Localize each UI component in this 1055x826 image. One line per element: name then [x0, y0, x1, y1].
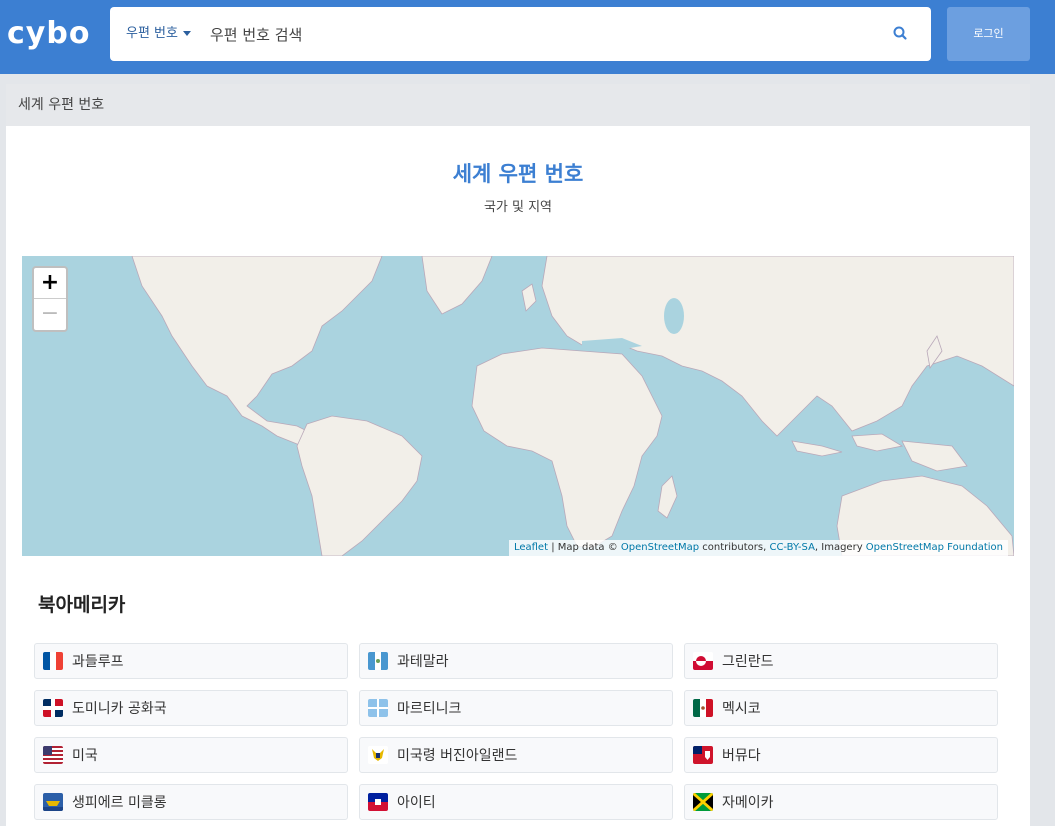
- country-name: 미국령 버진아일랜드: [397, 748, 518, 764]
- page-subtitle: 국가 및 지역: [483, 200, 553, 215]
- country-item[interactable]: 자메이카: [684, 784, 998, 820]
- osm-foundation-link[interactable]: OpenStreetMap Foundation: [866, 542, 1003, 553]
- country-name: 그린란드: [722, 654, 774, 670]
- france-flag-icon: [43, 652, 63, 670]
- search-box: 우편 번호: [110, 7, 931, 61]
- breadcrumb-item[interactable]: 세계 우편 번호: [18, 84, 104, 126]
- haiti-flag-icon: [368, 793, 388, 811]
- region-title: 북아메리카: [38, 594, 126, 616]
- search-scope-label: 우편 번호: [126, 26, 178, 41]
- zoom-control: + −: [32, 266, 68, 332]
- country-name: 과테말라: [397, 654, 449, 670]
- dominican-republic-flag-icon: [43, 699, 63, 717]
- search-scope-dropdown[interactable]: 우편 번호: [126, 7, 191, 61]
- country-name: 마르티니크: [397, 701, 462, 717]
- country-item[interactable]: 과테말라: [359, 643, 673, 679]
- osm-link[interactable]: OpenStreetMap: [621, 542, 699, 553]
- saint-pierre-miquelon-flag-icon: [43, 793, 63, 811]
- martinique-flag-icon: [368, 699, 388, 717]
- country-item[interactable]: 도미니카 공화국: [34, 690, 348, 726]
- country-item[interactable]: 생피에르 미클롱: [34, 784, 348, 820]
- country-name: 멕시코: [722, 701, 761, 717]
- country-name: 과들루프: [72, 654, 124, 670]
- page-title: 세계 우편 번호: [452, 162, 584, 186]
- country-name: 자메이카: [722, 795, 774, 811]
- bermuda-flag-icon: [693, 746, 713, 764]
- license-link[interactable]: CC-BY-SA: [769, 542, 814, 553]
- country-name: 도미니카 공화국: [72, 701, 167, 717]
- country-item[interactable]: 그린란드: [684, 643, 998, 679]
- main-content: 세계 우편 번호 국가 및 지역 + − Leaflet | Map data …: [6, 126, 1030, 826]
- country-item[interactable]: 마르티니크: [359, 690, 673, 726]
- search-icon: [893, 26, 907, 40]
- country-item[interactable]: 미국령 버진아일랜드: [359, 737, 673, 773]
- country-item[interactable]: 과들루프: [34, 643, 348, 679]
- search-input[interactable]: [208, 21, 872, 49]
- search-button[interactable]: [891, 24, 911, 44]
- map-attribution: Leaflet | Map data © OpenStreetMap contr…: [508, 540, 1008, 556]
- attribution-text: , Imagery: [814, 542, 866, 553]
- attribution-text: | Map data ©: [548, 542, 621, 553]
- greenland-flag-icon: [693, 652, 713, 670]
- cybo-logo[interactable]: cybo: [7, 16, 90, 52]
- guatemala-flag-icon: [368, 652, 388, 670]
- us-virgin-islands-flag-icon: [368, 746, 388, 764]
- world-map[interactable]: + − Leaflet | Map data © OpenStreetMap c…: [22, 256, 1014, 556]
- zoom-in-button[interactable]: +: [34, 268, 66, 299]
- country-item[interactable]: 미국: [34, 737, 348, 773]
- jamaica-flag-icon: [693, 793, 713, 811]
- caret-down-icon: [182, 31, 191, 36]
- country-name: 미국: [72, 748, 98, 764]
- country-name: 아이티: [397, 795, 436, 811]
- breadcrumb: 세계 우편 번호: [6, 84, 1030, 126]
- usa-flag-icon: [43, 746, 63, 764]
- login-button[interactable]: 로그인: [947, 7, 1030, 61]
- country-item[interactable]: 버뮤다: [684, 737, 998, 773]
- country-item[interactable]: 아이티: [359, 784, 673, 820]
- zoom-out-button[interactable]: −: [34, 299, 66, 329]
- attribution-text: contributors,: [699, 542, 770, 553]
- country-name: 생피에르 미클롱: [72, 795, 167, 811]
- map-tiles: [131, 256, 1014, 556]
- country-item[interactable]: 멕시코: [684, 690, 998, 726]
- leaflet-link[interactable]: Leaflet: [514, 542, 548, 553]
- top-header: cybo 우편 번호 로그인: [0, 0, 1055, 74]
- country-name: 버뮤다: [722, 748, 761, 764]
- mexico-flag-icon: [693, 699, 713, 717]
